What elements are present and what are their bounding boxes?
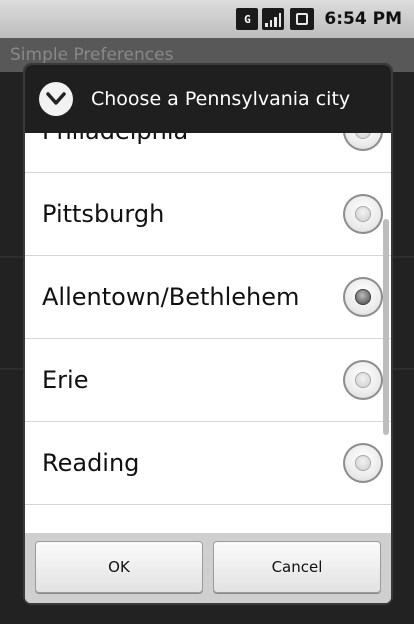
list-item-label: Erie bbox=[42, 366, 89, 394]
list-item-label: Philadelphia bbox=[42, 133, 343, 145]
dialog-header: Choose a Pennsylvania city bbox=[25, 65, 391, 133]
signal-icon bbox=[262, 8, 285, 30]
list-item-reading[interactable]: Reading bbox=[25, 422, 391, 505]
dialog-footer: OK Cancel bbox=[25, 533, 391, 603]
list-item-partial[interactable] bbox=[25, 505, 391, 533]
radio-button[interactable] bbox=[343, 133, 383, 151]
radio-button[interactable] bbox=[343, 360, 383, 400]
data-transfer-icon: G bbox=[236, 8, 259, 30]
status-bar: G 6:54 PM bbox=[0, 0, 414, 38]
list-scrollbar[interactable] bbox=[383, 219, 389, 435]
list-item-philadelphia[interactable]: Philadelphia bbox=[25, 133, 391, 173]
radio-button[interactable] bbox=[343, 194, 383, 234]
battery-icon bbox=[290, 8, 315, 30]
city-chooser-dialog: Choose a Pennsylvania city Philadelphia … bbox=[25, 65, 391, 603]
status-time: 6:54 PM bbox=[324, 9, 402, 29]
chevron-down-circle-icon bbox=[39, 82, 73, 116]
list-item-pittsburgh[interactable]: Pittsburgh bbox=[25, 173, 391, 256]
city-list[interactable]: Philadelphia Pittsburgh Allentown/Bethle… bbox=[25, 133, 391, 533]
list-item-label: Reading bbox=[42, 449, 140, 477]
list-item-label: Pittsburgh bbox=[42, 200, 165, 228]
list-item-allentown-bethlehem[interactable]: Allentown/Bethlehem bbox=[25, 256, 391, 339]
ok-button[interactable]: OK bbox=[35, 541, 203, 593]
list-item-label: Allentown/Bethlehem bbox=[42, 283, 300, 311]
cancel-button[interactable]: Cancel bbox=[213, 541, 381, 593]
dialog-title: Choose a Pennsylvania city bbox=[91, 88, 351, 110]
radio-button-selected[interactable] bbox=[343, 277, 383, 317]
radio-button[interactable] bbox=[343, 443, 383, 483]
list-item-erie[interactable]: Erie bbox=[25, 339, 391, 422]
